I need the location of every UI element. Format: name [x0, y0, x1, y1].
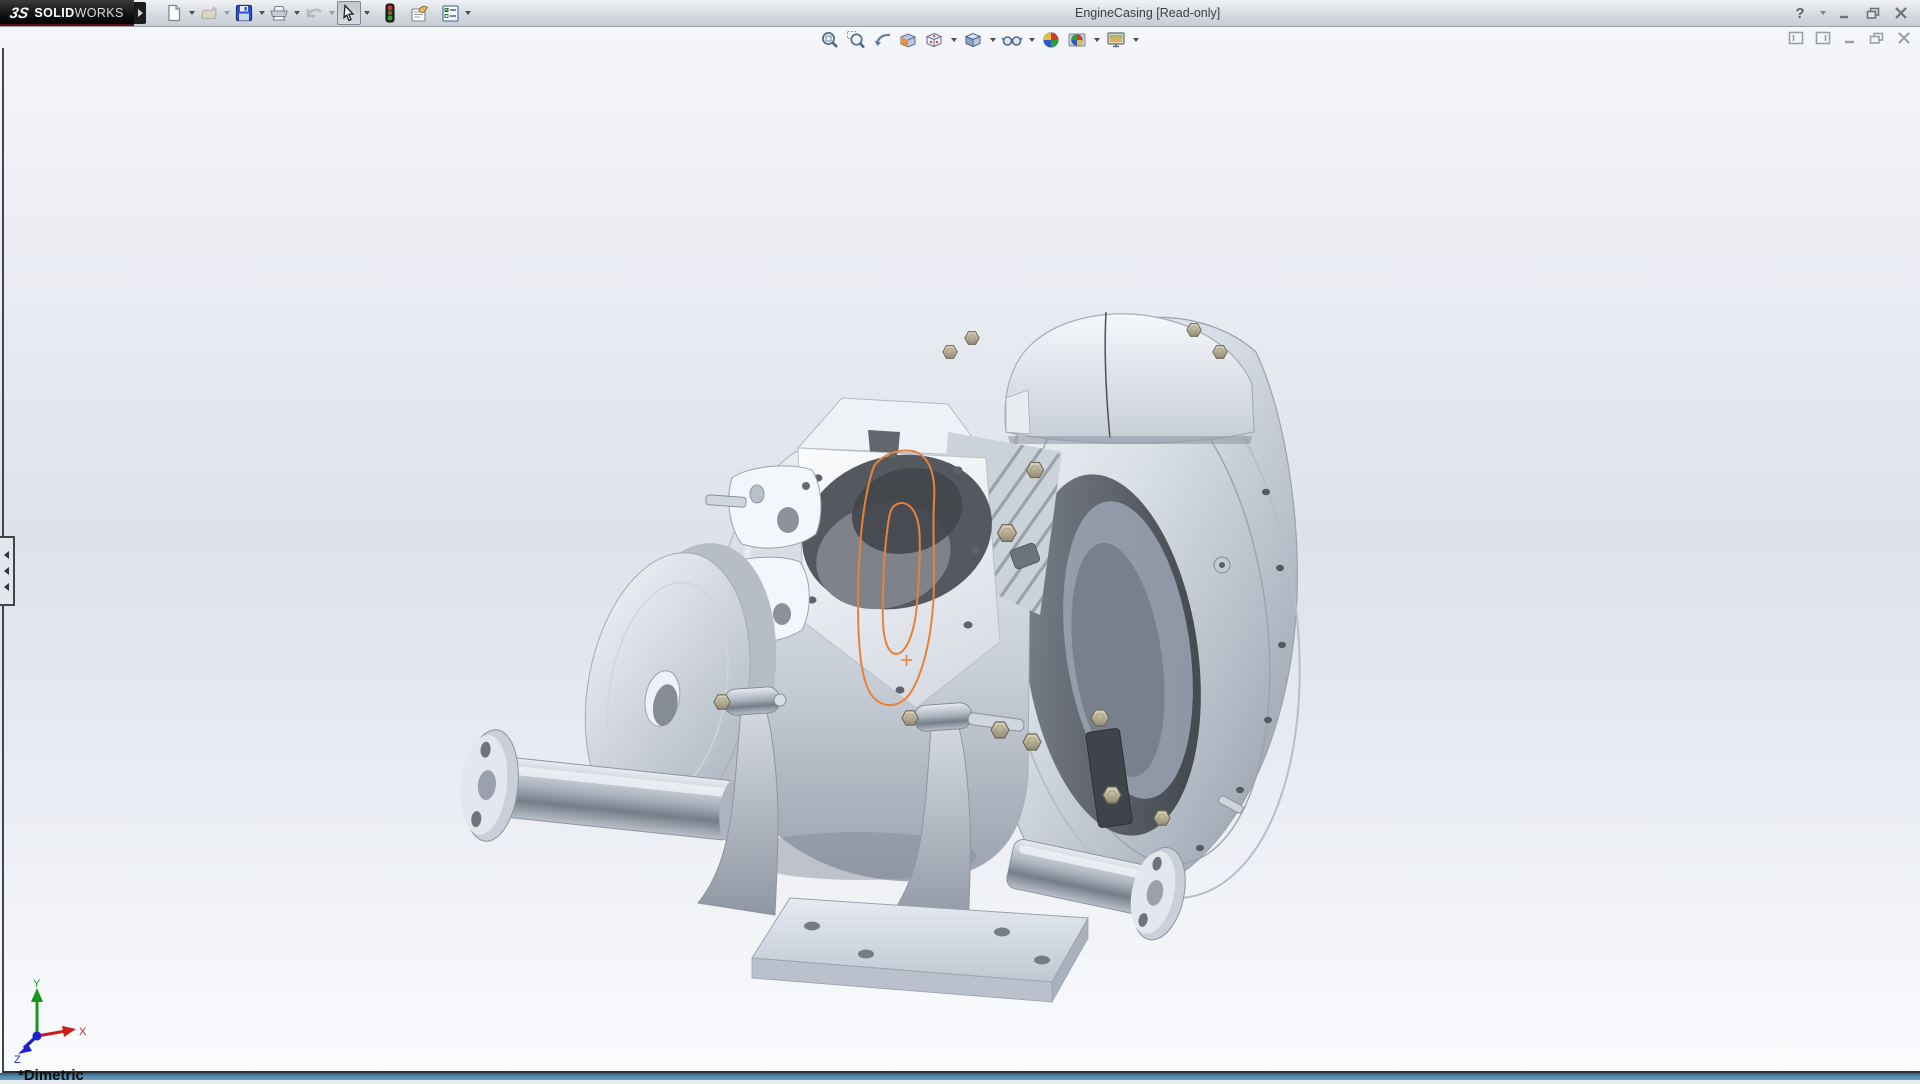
- minimize-button[interactable]: [1834, 3, 1856, 23]
- select-cursor-icon: [341, 4, 357, 22]
- graphics-viewport[interactable]: Y X Z *Dimetric: [0, 26, 1920, 1080]
- menu-flyout-button[interactable]: [134, 2, 146, 24]
- previous-view-icon: [872, 30, 892, 50]
- brand-bold: SOLID: [34, 6, 74, 20]
- options-list-icon: [441, 4, 460, 23]
- appearance-sphere-icon: [1041, 30, 1061, 50]
- undo-dropdown-caret[interactable]: [326, 2, 337, 24]
- window-controls: ?: [1789, 0, 1912, 26]
- file-properties-icon: [410, 4, 430, 23]
- collapse-arrow-icon: [4, 567, 9, 575]
- rebuild-button[interactable]: [378, 1, 402, 25]
- restore-button[interactable]: [1862, 3, 1884, 23]
- heads-up-view-toolbar: [818, 29, 1141, 51]
- edit-appearance-button[interactable]: [1039, 29, 1063, 51]
- minimize-icon: [1838, 7, 1852, 19]
- view-orientation-cube-icon: [924, 30, 944, 50]
- display-style-button[interactable]: [961, 29, 985, 51]
- pane-left-button[interactable]: [1786, 30, 1806, 46]
- doc-minimize-button[interactable]: [1840, 30, 1860, 46]
- view-orientation-label: *Dimetric: [18, 1067, 84, 1084]
- close-button[interactable]: [1890, 3, 1912, 23]
- previous-view-button[interactable]: [870, 29, 894, 51]
- main-toolbar: [162, 1, 473, 25]
- select-button[interactable]: [337, 1, 361, 25]
- options-dropdown-caret[interactable]: [462, 2, 473, 24]
- view-orientation-caret[interactable]: [948, 29, 959, 51]
- new-document-button[interactable]: [162, 1, 186, 25]
- doc-close-icon: [1897, 32, 1911, 44]
- reference-triad: Y X Z: [8, 978, 94, 1064]
- section-view-button[interactable]: [896, 29, 920, 51]
- close-icon: [1894, 7, 1908, 19]
- zoom-to-area-button[interactable]: [844, 29, 868, 51]
- section-view-icon: [898, 30, 918, 50]
- triad-z-label: Z: [14, 1054, 21, 1064]
- triad-y-arrow-icon: [31, 988, 43, 1002]
- file-properties-button[interactable]: [408, 1, 432, 25]
- save-button[interactable]: [232, 1, 256, 25]
- print-dropdown-caret[interactable]: [291, 2, 302, 24]
- zoom-to-area-icon: [846, 30, 866, 50]
- hide-show-items-button[interactable]: [1000, 29, 1024, 51]
- pane-left-icon: [1788, 31, 1804, 45]
- apply-scene-icon: [1067, 30, 1087, 50]
- brand-name: SOLIDWORKS: [34, 6, 123, 20]
- display-style-cube-icon: [963, 30, 983, 50]
- undo-icon: [304, 4, 324, 22]
- doc-restore-icon: [1869, 32, 1885, 45]
- rebuild-traffic-light-icon: [384, 3, 396, 23]
- save-floppy-icon: [235, 4, 253, 22]
- print-icon: [269, 4, 289, 22]
- triad-x-label: X: [79, 1026, 87, 1038]
- collapse-arrow-icon: [4, 583, 9, 591]
- title-bar: 3S SOLIDWORKS: [0, 0, 1920, 27]
- open-button[interactable]: [197, 1, 221, 25]
- select-dropdown-caret[interactable]: [361, 2, 372, 24]
- new-document-icon: [165, 4, 183, 22]
- open-dropdown-caret[interactable]: [221, 2, 232, 24]
- restore-icon: [1866, 7, 1881, 20]
- doc-minimize-icon: [1843, 32, 1857, 44]
- doc-close-button[interactable]: [1894, 30, 1914, 46]
- triad-y-label: Y: [33, 978, 41, 990]
- view-settings-button[interactable]: [1104, 29, 1128, 51]
- flyout-arrow-icon: [138, 9, 143, 17]
- apply-scene-caret[interactable]: [1091, 29, 1102, 51]
- pane-right-icon: [1815, 31, 1831, 45]
- zoom-to-fit-icon: [820, 30, 840, 50]
- window-title: EngineCasing [Read-only]: [1075, 0, 1220, 26]
- apply-scene-button[interactable]: [1065, 29, 1089, 51]
- new-dropdown-caret[interactable]: [186, 2, 197, 24]
- help-icon: ?: [1795, 5, 1804, 22]
- open-folder-icon: [200, 4, 219, 22]
- display-style-caret[interactable]: [987, 29, 998, 51]
- pane-right-button[interactable]: [1813, 30, 1833, 46]
- zoom-to-fit-button[interactable]: [818, 29, 842, 51]
- hide-show-items-caret[interactable]: [1026, 29, 1037, 51]
- ds-logo-icon: 3S: [8, 5, 30, 22]
- statusbar-edge: [0, 1073, 1920, 1080]
- eyeglasses-icon: [1001, 30, 1023, 50]
- help-button[interactable]: ?: [1789, 3, 1811, 23]
- save-dropdown-caret[interactable]: [256, 2, 267, 24]
- model-engine-casing[interactable]: [0, 26, 1920, 1080]
- view-settings-monitor-icon: [1106, 30, 1126, 50]
- document-window-controls: [1786, 30, 1914, 46]
- undo-button[interactable]: [302, 1, 326, 25]
- brand-light: WORKS: [75, 6, 124, 20]
- solidworks-logo: 3S SOLIDWORKS: [0, 0, 134, 26]
- base-plate[interactable]: [752, 898, 1088, 1002]
- print-button[interactable]: [267, 1, 291, 25]
- doc-restore-button[interactable]: [1867, 30, 1887, 46]
- collapse-arrow-icon: [4, 551, 9, 559]
- featuremanager-collapse-tab[interactable]: [0, 536, 15, 606]
- triad-x-arrow-icon: [62, 1026, 76, 1037]
- view-orientation-button[interactable]: [922, 29, 946, 51]
- view-settings-caret[interactable]: [1130, 29, 1141, 51]
- options-button[interactable]: [438, 1, 462, 25]
- help-dropdown-caret[interactable]: [1817, 2, 1828, 24]
